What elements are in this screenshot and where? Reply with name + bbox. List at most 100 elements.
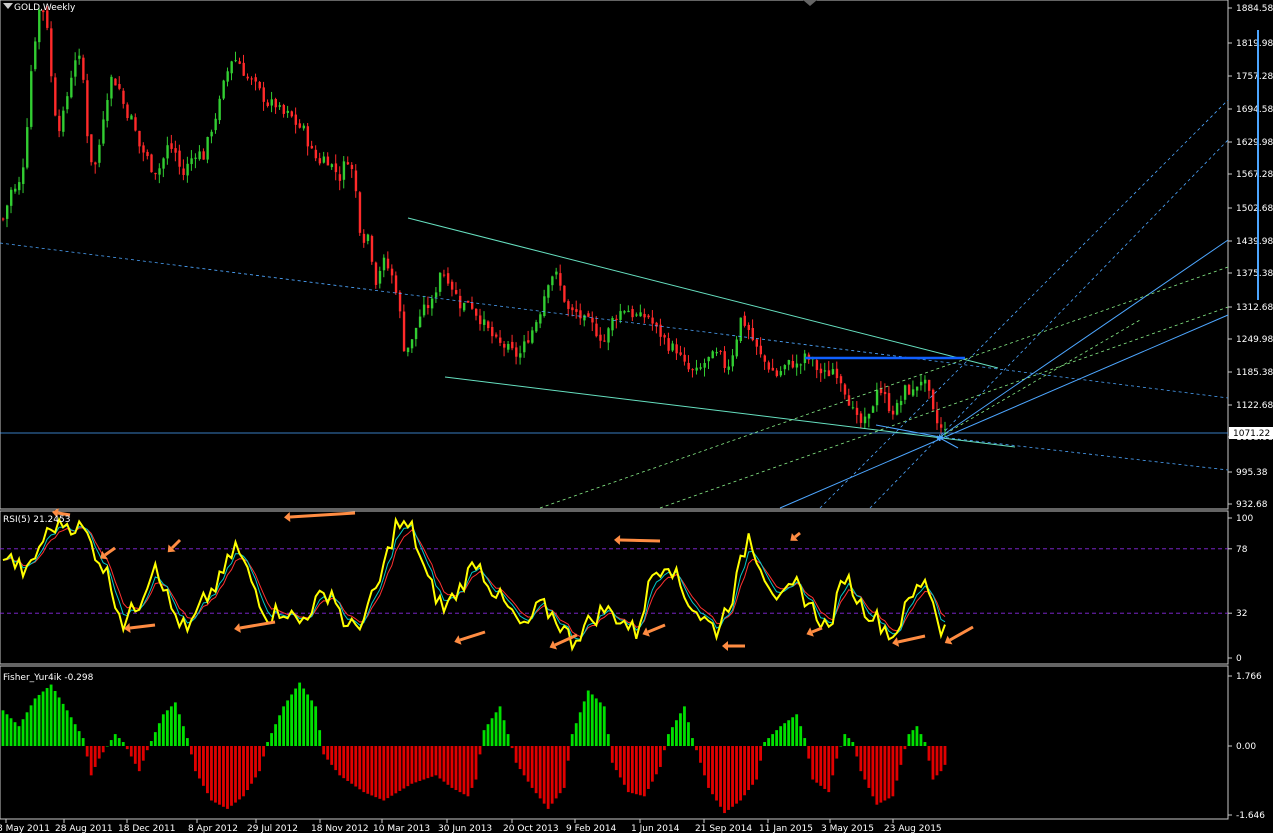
candle-body — [511, 341, 514, 349]
fisher-bar — [654, 746, 658, 775]
fisher-bar — [442, 746, 446, 782]
candle-body — [402, 311, 406, 352]
fisher-bar — [81, 738, 85, 746]
candle-body — [274, 99, 277, 108]
fisher-bar — [334, 746, 338, 771]
fisher-bar — [807, 746, 811, 759]
fisher-bar — [683, 706, 686, 746]
candle-body — [627, 310, 630, 313]
candle-body — [310, 145, 314, 149]
candle-body — [743, 315, 746, 326]
price-tick-label: 1375.38 — [1236, 269, 1273, 279]
fisher-bar — [478, 746, 482, 755]
candle-body — [338, 174, 342, 181]
main-panel-title: GOLD,Weekly — [14, 3, 76, 13]
candle-body — [571, 307, 574, 311]
candle-body — [935, 410, 939, 424]
fisher-bar — [498, 706, 502, 746]
candle-body — [262, 87, 265, 102]
fisher-bar — [570, 734, 574, 746]
fisher-bar — [815, 746, 819, 783]
candle-body — [643, 313, 646, 318]
candle-body — [450, 281, 454, 290]
fisher-bar — [675, 720, 678, 746]
candle-body — [555, 271, 558, 275]
fisher-bar — [262, 746, 265, 757]
candle-body — [831, 369, 835, 375]
fisher-bar — [526, 746, 530, 782]
candle-body — [418, 316, 422, 328]
candle-body — [182, 168, 185, 175]
candle-body — [539, 314, 542, 324]
fisher-bar — [911, 730, 915, 746]
candle-body — [58, 115, 61, 132]
candle-body — [611, 318, 614, 331]
fisher-bar — [586, 690, 590, 746]
fisher-bar — [578, 712, 582, 746]
fisher-bar — [65, 710, 69, 746]
fisher-bar — [618, 746, 622, 778]
date-tick-label: 10 Mar 2013 — [373, 824, 430, 833]
candle-body — [78, 55, 81, 59]
date-tick-label: 1 Jun 2014 — [631, 824, 680, 833]
fisher-bar — [510, 746, 514, 749]
fisher-bar — [97, 746, 101, 759]
candle-body — [599, 334, 602, 341]
fisher-bar — [314, 706, 318, 746]
candle-body — [246, 76, 249, 79]
candle-body — [442, 274, 446, 276]
fisher-bar — [242, 746, 245, 797]
candle-body — [54, 77, 57, 116]
price-tick-label: 1502.68 — [1236, 204, 1273, 214]
candle-body — [899, 401, 903, 406]
fisher-bar — [278, 715, 281, 746]
candle-body — [895, 403, 899, 415]
candle-body — [839, 376, 843, 384]
fisher-bar — [274, 724, 277, 746]
candle-body — [707, 356, 710, 362]
fisher-bar — [614, 746, 618, 771]
fisher-bar — [310, 700, 314, 746]
fisher-bar — [33, 698, 37, 746]
fisher-bar — [923, 742, 927, 746]
fisher-bar — [751, 746, 754, 785]
candle-body — [551, 276, 554, 286]
fisher-bar — [763, 742, 767, 746]
candle-body — [579, 310, 582, 319]
fisher-bar — [414, 746, 418, 783]
fisher-bar — [378, 746, 382, 799]
fisher-bar — [446, 746, 450, 785]
candle-body — [134, 117, 137, 131]
fisher-bar — [73, 724, 77, 746]
candle-body — [619, 311, 622, 320]
candle-body — [254, 77, 257, 82]
fisher-bar — [338, 746, 342, 776]
fisher-bar — [783, 723, 787, 746]
candle-body — [334, 163, 338, 173]
candle-body — [867, 413, 871, 419]
fisher-bar — [366, 746, 370, 794]
candle-body — [819, 368, 823, 374]
fisher-bar — [606, 734, 610, 746]
candle-body — [775, 370, 779, 377]
fisher-bar — [450, 746, 454, 788]
fisher-bar — [194, 746, 197, 772]
fisher-bar — [350, 746, 354, 784]
candle-body — [875, 389, 879, 406]
fisher-bar — [630, 746, 634, 794]
candle-body — [823, 370, 827, 372]
candle-body — [723, 351, 726, 369]
candle-body — [575, 309, 578, 312]
fisher-bar — [37, 694, 41, 746]
candle-body — [242, 62, 245, 76]
fisher-bar — [851, 742, 855, 746]
candle-body — [759, 345, 763, 355]
fisher-bar — [370, 746, 374, 796]
candle-body — [699, 367, 702, 369]
price-tick-label: 1122.68 — [1236, 401, 1273, 411]
candle-body — [22, 167, 25, 184]
candle-body — [122, 90, 125, 104]
date-tick-label: 28 Aug 2011 — [55, 824, 113, 833]
price-tick-label: 1757.28 — [1236, 72, 1273, 82]
fisher-bar — [506, 734, 510, 746]
